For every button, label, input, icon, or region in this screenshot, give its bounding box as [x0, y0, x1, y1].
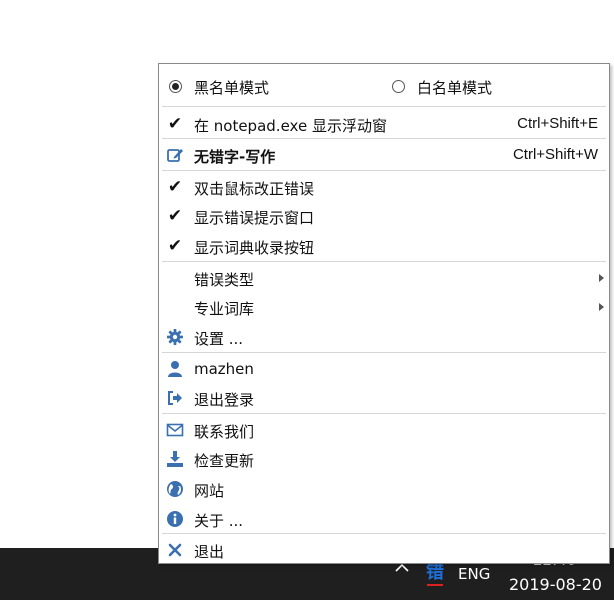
menu-item-float-window[interactable]: ✔ 在 notepad.exe 显示浮动窗 Ctrl+Shift+E [160, 110, 608, 138]
submenu-arrow-icon [599, 274, 604, 282]
menu-item-double-click-correct[interactable]: ✔ 双击鼠标改正错误 [160, 173, 608, 201]
context-menu: 黑名单模式 白名单模式 ✔ 在 notepad.exe 显示浮动窗 Ctrl+S… [158, 63, 610, 564]
radio-selected-icon [165, 76, 185, 96]
website-label: 网站 [194, 482, 225, 500]
menu-separator [162, 106, 606, 107]
error-types-label: 错误类型 [194, 271, 255, 289]
menu-separator [162, 352, 606, 353]
menu-separator [162, 170, 606, 171]
show-error-tips-label: 显示错误提示窗口 [194, 209, 315, 227]
float-window-shortcut: Ctrl+Shift+E [517, 115, 598, 132]
writing-shortcut: Ctrl+Shift+W [512, 146, 598, 163]
menu-item-exit[interactable]: 退出 [160, 536, 608, 564]
edit-icon [165, 145, 185, 165]
menu-separator [162, 261, 606, 262]
double-click-correct-label: 双击鼠标改正错误 [194, 180, 315, 198]
globe-icon [165, 479, 185, 499]
menu-item-check-update[interactable]: 检查更新 [160, 445, 608, 473]
float-window-label: 在 notepad.exe 显示浮动窗 [194, 117, 387, 135]
checkmark-icon: ✔ [167, 236, 183, 256]
exit-label: 退出 [194, 543, 225, 561]
logout-label: 退出登录 [194, 391, 255, 409]
close-icon [165, 540, 185, 560]
checkmark-icon: ✔ [167, 114, 183, 134]
info-icon [165, 509, 185, 529]
tray-app-icon[interactable]: 错 [424, 562, 446, 586]
username-label: mazhen [194, 360, 254, 378]
checkmark-icon: ✔ [167, 177, 183, 197]
show-dictionary-button-label: 显示词典收录按钮 [194, 239, 315, 257]
menu-item-logout[interactable]: 退出登录 [160, 384, 608, 412]
contact-label: 联系我们 [194, 423, 255, 441]
menu-item-professional-dictionary[interactable]: 专业词库 [160, 293, 608, 321]
professional-dictionary-label: 专业词库 [194, 300, 255, 318]
menu-item-user[interactable]: mazhen [160, 355, 608, 383]
menu-item-show-dictionary-button[interactable]: ✔ 显示词典收录按钮 [160, 232, 608, 260]
menu-item-website[interactable]: 网站 [160, 475, 608, 503]
envelope-icon [165, 420, 185, 440]
blacklist-mode-label: 黑名单模式 [194, 79, 270, 97]
logout-icon [165, 388, 185, 408]
settings-label: 设置 ... [194, 330, 244, 348]
writing-label: 无错字-写作 [194, 148, 276, 166]
menu-item-writing[interactable]: 无错字-写作 Ctrl+Shift+W [160, 141, 608, 169]
gear-icon [165, 327, 185, 347]
submenu-arrow-icon [599, 303, 604, 311]
menu-item-show-error-tips[interactable]: ✔ 显示错误提示窗口 [160, 202, 608, 230]
menu-item-whitelist-mode[interactable]: 白名单模式 [383, 72, 608, 100]
clock-date[interactable]: 2019-08-20 [509, 575, 602, 594]
checkmark-icon: ✔ [167, 206, 183, 226]
menu-separator [162, 138, 606, 139]
whitelist-mode-label: 白名单模式 [417, 79, 493, 97]
menu-separator [162, 533, 606, 534]
menu-item-error-types[interactable]: 错误类型 [160, 264, 608, 292]
menu-item-settings[interactable]: 设置 ... [160, 323, 608, 351]
download-icon [165, 449, 185, 469]
input-language-indicator[interactable]: ENG [458, 565, 490, 583]
user-icon [165, 359, 185, 379]
check-update-label: 检查更新 [194, 452, 255, 470]
radio-unselected-icon [388, 76, 408, 96]
menu-item-blacklist-mode[interactable]: 黑名单模式 [160, 72, 380, 100]
menu-item-contact[interactable]: 联系我们 [160, 416, 608, 444]
menu-item-about[interactable]: 关于 ... [160, 505, 608, 533]
menu-separator [162, 413, 606, 414]
about-label: 关于 ... [194, 512, 244, 530]
